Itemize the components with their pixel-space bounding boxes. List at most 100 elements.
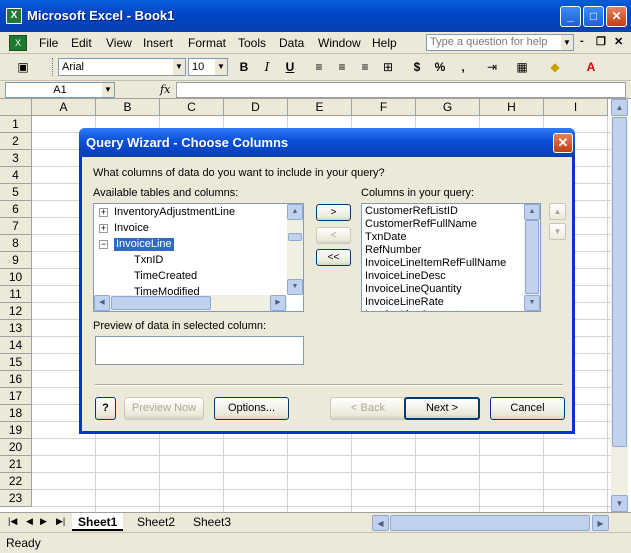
help-button[interactable]: ? xyxy=(95,397,116,420)
move-down-icon[interactable]: ▼ xyxy=(549,223,566,240)
row-header[interactable]: 18 xyxy=(0,405,32,422)
row-header[interactable]: 21 xyxy=(0,456,32,473)
row-header[interactable]: 14 xyxy=(0,337,32,354)
row-header[interactable]: 15 xyxy=(0,354,32,371)
scroll-left-icon[interactable]: ◀ xyxy=(372,515,389,531)
row-header[interactable]: 5 xyxy=(0,184,32,201)
tab-sheet3[interactable]: Sheet3 xyxy=(187,513,237,531)
workbook-restore-icon[interactable]: ❐ xyxy=(596,35,606,48)
tab-sheet2[interactable]: Sheet2 xyxy=(131,513,181,531)
row-header[interactable]: 3 xyxy=(0,150,32,167)
available-list-vscroll[interactable]: ▲ ▼ xyxy=(287,204,303,295)
last-sheet-icon[interactable]: ▶| xyxy=(56,516,65,527)
chevron-down-icon[interactable]: ▼ xyxy=(173,59,185,75)
dialog-close-button[interactable]: ✕ xyxy=(553,133,573,153)
menu-insert[interactable]: Insert xyxy=(143,36,173,50)
query-list-item[interactable]: InvoiceLineItemRefFullName xyxy=(365,257,506,270)
query-columns-list[interactable]: CustomerRefListID CustomerRefFullName TxnD… xyxy=(361,203,541,312)
scroll-up-icon[interactable]: ▲ xyxy=(287,204,303,220)
row-header[interactable]: 1 xyxy=(0,116,32,133)
column-header[interactable]: F xyxy=(352,99,416,116)
font-size-box[interactable]: 10 ▼ xyxy=(188,58,228,76)
column-header[interactable]: C xyxy=(160,99,224,116)
dialog-title-bar[interactable]: Query Wizard - Choose Columns ✕ xyxy=(79,128,575,157)
options-button[interactable]: Options... xyxy=(214,397,289,420)
query-list-item[interactable]: InvoiceLineAmount xyxy=(365,309,459,311)
scroll-down-icon[interactable]: ▼ xyxy=(611,495,628,512)
menu-view[interactable]: View xyxy=(106,36,132,50)
font-name-box[interactable]: Arial ▼ xyxy=(58,58,186,76)
align-center-icon[interactable]: ≡ xyxy=(331,58,353,77)
horizontal-scroll-thumb[interactable] xyxy=(390,515,590,531)
row-header[interactable]: 2 xyxy=(0,133,32,150)
chevron-down-icon[interactable]: ▼ xyxy=(561,35,573,50)
indent-icon[interactable]: ⇥ xyxy=(481,58,503,77)
available-list-hscroll[interactable]: ◀ ▶ xyxy=(94,295,287,311)
italic-button[interactable]: I xyxy=(256,58,278,77)
row-header[interactable]: 4 xyxy=(0,167,32,184)
row-header[interactable]: 6 xyxy=(0,201,32,218)
excel-app-icon[interactable]: X xyxy=(6,8,22,24)
column-header[interactable]: I xyxy=(544,99,608,116)
row-header[interactable]: 17 xyxy=(0,388,32,405)
row-header[interactable]: 13 xyxy=(0,320,32,337)
tab-sheet1[interactable]: Sheet1 xyxy=(72,513,124,531)
menu-format[interactable]: Format xyxy=(188,36,226,50)
close-window-button[interactable]: ✕ xyxy=(606,6,627,27)
row-header[interactable]: 8 xyxy=(0,235,32,252)
align-left-icon[interactable]: ≡ xyxy=(308,58,330,77)
fill-color-icon[interactable]: ◆ xyxy=(544,58,566,77)
row-header[interactable]: 12 xyxy=(0,303,32,320)
minimize-button[interactable]: _ xyxy=(560,6,581,27)
font-color-icon[interactable]: A xyxy=(580,58,602,77)
formula-input[interactable] xyxy=(176,82,626,98)
menu-edit[interactable]: Edit xyxy=(71,36,92,50)
workbook-close-icon[interactable]: ✕ xyxy=(614,35,623,48)
currency-button[interactable]: $ xyxy=(406,58,428,77)
scroll-up-icon[interactable]: ▲ xyxy=(611,99,628,116)
comma-button[interactable]: , xyxy=(452,58,474,77)
remove-all-columns-button[interactable]: << xyxy=(316,249,351,266)
next-button[interactable]: Next > xyxy=(404,397,480,420)
percent-button[interactable]: % xyxy=(429,58,451,77)
underline-button[interactable]: U xyxy=(279,58,301,77)
menu-help[interactable]: Help xyxy=(372,36,397,50)
cancel-button[interactable]: Cancel xyxy=(490,397,565,420)
column-header[interactable]: E xyxy=(288,99,352,116)
column-header[interactable]: G xyxy=(416,99,480,116)
row-header[interactable]: 20 xyxy=(0,439,32,456)
query-list-item[interactable]: RefNumber xyxy=(365,244,421,257)
merge-center-icon[interactable]: ⊞ xyxy=(377,58,399,77)
available-list-hthumb[interactable] xyxy=(111,296,211,310)
query-list-item[interactable]: InvoiceLineQuantity xyxy=(365,283,462,296)
available-list-item[interactable]: TxnID xyxy=(134,254,163,267)
column-header[interactable]: A xyxy=(32,99,96,116)
bold-button[interactable]: B xyxy=(233,58,255,77)
row-header[interactable]: 7 xyxy=(0,218,32,235)
scroll-down-icon[interactable]: ▼ xyxy=(524,295,540,311)
menu-file[interactable]: File xyxy=(39,36,58,50)
row-header[interactable]: 10 xyxy=(0,269,32,286)
scroll-right-icon[interactable]: ▶ xyxy=(270,295,286,311)
available-list-item[interactable]: TimeCreated xyxy=(134,270,197,283)
menu-data[interactable]: Data xyxy=(279,36,304,50)
move-up-icon[interactable]: ▲ xyxy=(549,203,566,220)
align-right-icon[interactable]: ≡ xyxy=(354,58,376,77)
next-sheet-icon[interactable]: ▶ xyxy=(40,516,47,527)
chevron-down-icon[interactable]: ▼ xyxy=(215,59,227,75)
query-list-item[interactable]: InvoiceLineDesc xyxy=(365,270,446,283)
scroll-up-icon[interactable]: ▲ xyxy=(524,204,540,220)
insert-function-icon[interactable]: fx xyxy=(160,83,170,96)
available-list-item[interactable]: InvoiceLine xyxy=(114,238,174,251)
row-header[interactable]: 19 xyxy=(0,422,32,439)
first-sheet-icon[interactable]: |◀ xyxy=(8,516,17,527)
horizontal-scrollbar[interactable]: ◀ ▶ xyxy=(372,515,610,531)
row-header[interactable]: 16 xyxy=(0,371,32,388)
expand-icon[interactable]: + xyxy=(99,208,108,217)
menu-window[interactable]: Window xyxy=(318,36,361,50)
toolbar-grip[interactable] xyxy=(52,58,55,76)
query-list-item[interactable]: CustomerRefFullName xyxy=(365,218,477,231)
remove-column-button[interactable]: < xyxy=(316,227,351,244)
vertical-scrollbar[interactable]: ▲ ▼ xyxy=(611,99,628,512)
ask-question-box[interactable]: Type a question for help ▼ xyxy=(426,34,574,51)
